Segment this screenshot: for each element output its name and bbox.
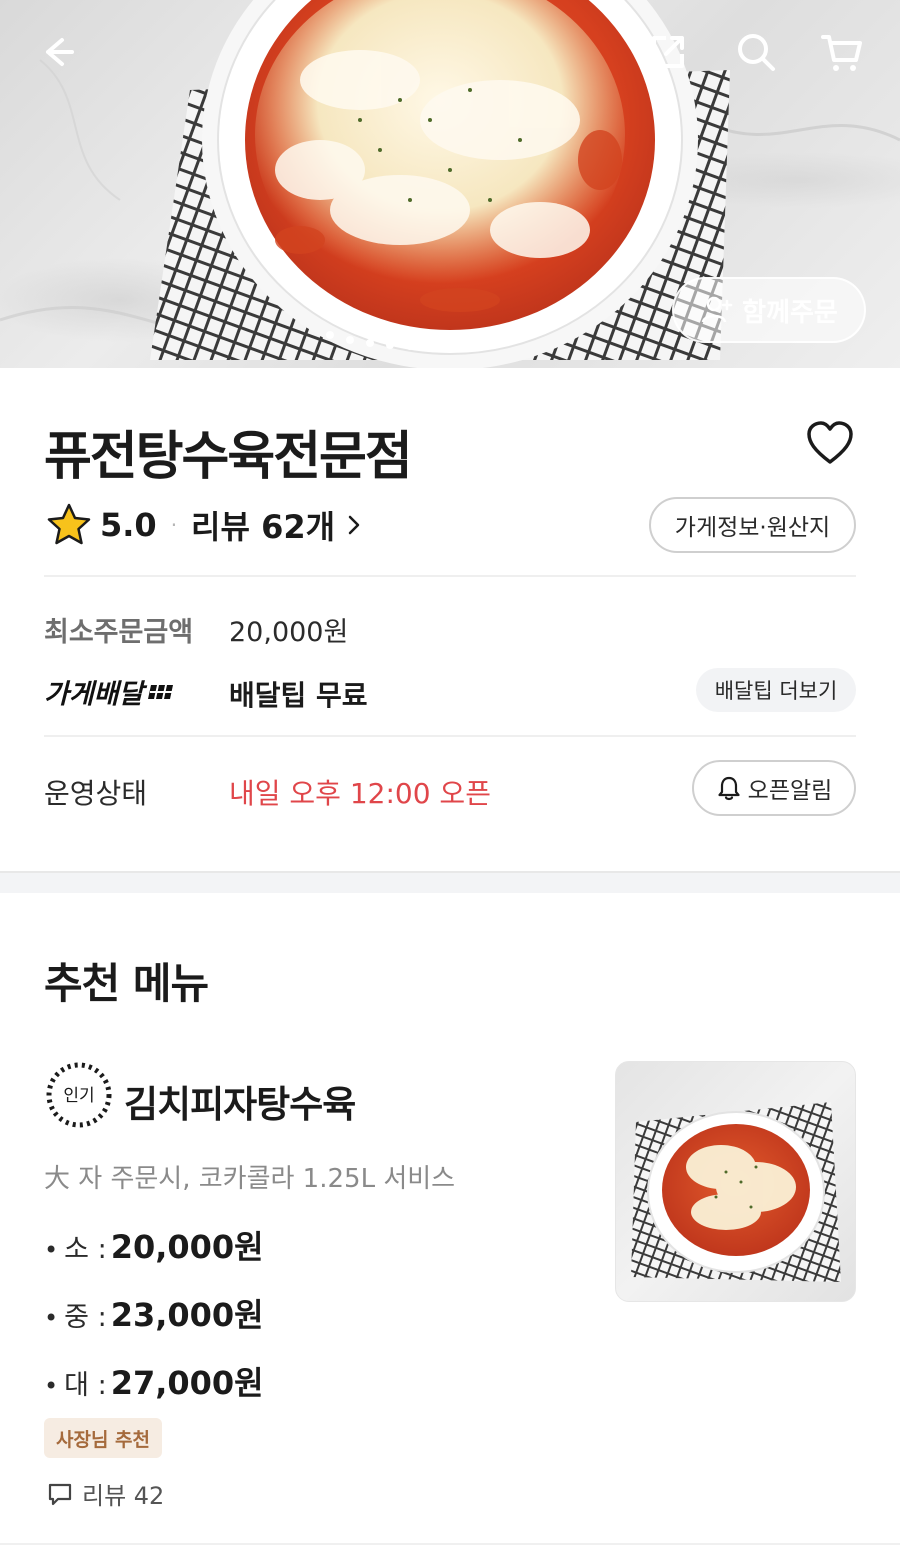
store-reviews-link[interactable]: 리뷰 62개 — [191, 502, 365, 548]
menu-item-description: 大 자 주문시, 코카콜라 1.25L 서비스 — [44, 1164, 456, 1194]
together-order-button[interactable]: 함께주문 — [672, 277, 866, 343]
search-button[interactable] — [732, 28, 780, 76]
back-button[interactable] — [32, 28, 80, 76]
price-amount: 23,000원 — [110, 1296, 264, 1334]
divider — [0, 1543, 900, 1545]
store-name: 퓨전탕수육전문점 — [44, 427, 413, 487]
price-amount: 20,000원 — [110, 1228, 264, 1266]
section-separator — [0, 871, 900, 893]
price-row-medium: • 중 : 23,000원 — [44, 1290, 264, 1336]
open-alarm-label: 오픈알림 — [747, 778, 833, 804]
search-icon — [738, 34, 775, 71]
back-arrow-icon — [46, 38, 74, 66]
comment-icon — [48, 1483, 72, 1505]
menu-item-thumbnail[interactable] — [615, 1061, 856, 1302]
price-bullet: • — [44, 1236, 59, 1264]
share-button[interactable] — [644, 28, 692, 76]
delivery-tip-more-label: 배달팁 더보기 — [714, 679, 838, 703]
cart-button[interactable] — [818, 28, 866, 76]
share-icon — [652, 36, 684, 68]
price-bullet: • — [44, 1304, 59, 1332]
chevron-right-icon — [348, 515, 360, 535]
menu-item-reviews: 리뷰 42 — [46, 1476, 164, 1511]
rating-row: 5.0 · 리뷰 62개 — [46, 500, 365, 550]
min-order-label: 최소주문금액 — [44, 617, 194, 648]
delivery-type: 가게배달 — [44, 672, 174, 711]
price-size: 중 : — [64, 1302, 107, 1333]
price-row-small: • 소 : 20,000원 — [44, 1222, 264, 1268]
divider — [44, 735, 856, 737]
rating-score: 5.0 — [100, 506, 157, 544]
min-order-value: 20,000원 — [229, 617, 349, 648]
owner-recommend-tag: 사장님 추천 — [44, 1418, 162, 1458]
favorite-button[interactable] — [804, 418, 856, 470]
heart-icon — [807, 421, 853, 464]
store-info-label: 가게정보·원산지 — [674, 515, 831, 541]
status-label: 운영상태 — [44, 777, 148, 810]
delivery-type-label: 가게배달 — [44, 679, 144, 710]
popular-badge-text: 인기 — [63, 1086, 94, 1106]
price-size: 소 : — [64, 1234, 107, 1265]
menu-item-reviews-label: 리뷰 42 — [82, 1482, 165, 1510]
menu-item-photo — [631, 1102, 841, 1282]
store-reviews-label: 리뷰 62개 — [191, 508, 336, 546]
rating-separator: · — [170, 513, 178, 537]
open-alarm-button[interactable]: 오픈알림 — [692, 760, 856, 816]
price-size: 대 : — [64, 1370, 107, 1401]
price-row-large: • 대 : 27,000원 — [44, 1358, 264, 1404]
delivery-tip-value: 배달팁 무료 — [229, 679, 368, 712]
delivery-tip-more-button[interactable]: 배달팁 더보기 — [696, 668, 856, 712]
add-person-icon — [701, 296, 733, 323]
popular-badge: 인기 — [44, 1060, 114, 1130]
star-icon — [46, 502, 92, 548]
status-value: 내일 오후 12:00 오픈 — [229, 777, 491, 810]
delivery-motion-icon — [148, 684, 174, 699]
menu-item-name: 김치피자탕수육 — [124, 1083, 356, 1126]
recommended-menu-title: 추천 메뉴 — [44, 959, 209, 1008]
price-bullet: • — [44, 1372, 59, 1400]
store-info-button[interactable]: 가게정보·원산지 — [649, 497, 856, 553]
bell-icon — [718, 776, 740, 801]
price-amount: 27,000원 — [110, 1364, 264, 1402]
cart-icon — [821, 35, 862, 71]
together-order-label: 함께주문 — [742, 297, 838, 328]
popular-badge-icon: 인기 — [46, 1062, 112, 1128]
store-hero-image: 함께주문 — [0, 0, 900, 368]
divider — [44, 575, 856, 577]
